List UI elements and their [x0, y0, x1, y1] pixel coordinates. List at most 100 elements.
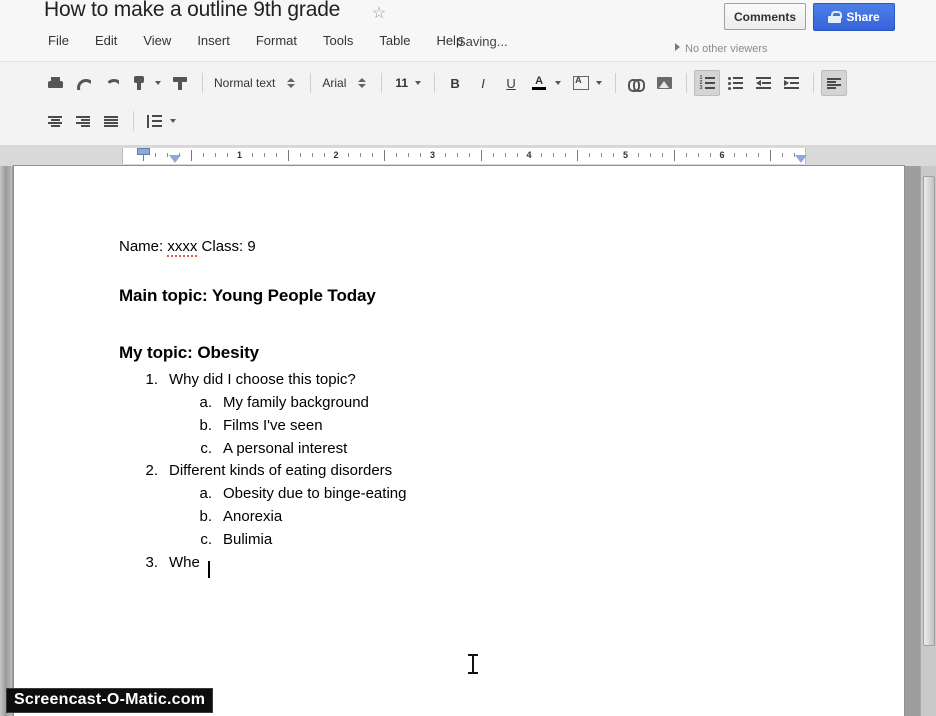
highlight-color-caret-icon[interactable]: [596, 81, 603, 85]
right-indent-marker[interactable]: [795, 155, 807, 163]
ruler-tick: [709, 153, 711, 157]
menu-item-view[interactable]: View: [141, 32, 173, 49]
menu-item-tools[interactable]: Tools: [321, 32, 355, 49]
share-button[interactable]: Share: [813, 3, 895, 31]
underline-button[interactable]: U: [498, 70, 524, 96]
ruler-tick: [661, 153, 663, 157]
menu-item-file[interactable]: File: [46, 32, 71, 49]
underline-icon: U: [506, 75, 516, 91]
lock-icon: [828, 11, 843, 23]
numbered-list-button[interactable]: 123: [694, 70, 721, 96]
align-center-icon: [48, 115, 62, 127]
document-page[interactable]: Name: xxxx Class: 9 Main topic: Young Pe…: [14, 166, 904, 716]
link-icon: [627, 78, 645, 92]
left-indent-marker[interactable]: [169, 155, 181, 163]
ruler-tick: [577, 150, 579, 161]
ruler-tick: [697, 153, 699, 157]
document-body[interactable]: Name: xxxx Class: 9 Main topic: Young Pe…: [14, 166, 904, 716]
redo-button[interactable]: [98, 70, 124, 96]
align-justify-button[interactable]: [98, 108, 124, 134]
numbered-list-icon: 123: [700, 76, 715, 91]
list-item-text: A personal interest: [223, 440, 348, 457]
font-size-caret-icon[interactable]: [415, 81, 422, 85]
ruler-tick: [191, 150, 193, 161]
ruler-tick: [299, 153, 301, 157]
ruler-tick: [565, 153, 567, 157]
insert-link-button[interactable]: [623, 70, 649, 96]
star-icon[interactable]: ☆: [370, 5, 388, 23]
ruler-tick: [589, 153, 591, 157]
ruler-tick: [263, 153, 265, 157]
ruler-tick: [384, 150, 386, 161]
list-marker: c.: [200, 440, 212, 457]
line-spacing-button[interactable]: [141, 108, 167, 134]
text-color-icon: A: [532, 76, 547, 90]
viewers-indicator[interactable]: No other viewers: [675, 43, 768, 55]
horizontal-ruler[interactable]: 1 2 3 4 5 6: [122, 148, 807, 164]
toolbar-divider: [381, 73, 383, 93]
increase-indent-button[interactable]: [778, 70, 804, 96]
ruler-tick: [372, 153, 374, 157]
ruler-tick: [227, 153, 229, 157]
ruler-tick: [613, 153, 615, 157]
text-style-select[interactable]: Normal text: [210, 76, 279, 90]
scrollbar-thumb[interactable]: [923, 176, 935, 646]
menu-item-insert[interactable]: Insert: [195, 32, 232, 49]
list-item-text: Bulimia: [223, 531, 273, 548]
paint-format-button[interactable]: [126, 70, 152, 96]
toolbar-divider: [310, 73, 312, 93]
page-title[interactable]: How to make a outline 9th grade: [44, 0, 340, 22]
align-right-button[interactable]: [70, 108, 96, 134]
misspelled-word: xxxx: [167, 238, 198, 257]
line-spacing-caret-icon[interactable]: [170, 119, 176, 123]
align-left-button[interactable]: [821, 70, 848, 96]
highlight-color-button[interactable]: [567, 70, 593, 96]
text-color-button[interactable]: A: [526, 70, 552, 96]
decrease-indent-button[interactable]: [750, 70, 776, 96]
font-family-select[interactable]: Arial: [318, 76, 350, 90]
ruler-tick: [323, 153, 325, 157]
print-icon: [47, 76, 63, 90]
saving-status: Saving...: [457, 34, 508, 49]
italic-button[interactable]: I: [470, 70, 496, 96]
menu-item-format[interactable]: Format: [254, 32, 299, 49]
list-item-text: Obesity due to binge-eating: [223, 485, 407, 502]
vertical-scrollbar[interactable]: [920, 166, 936, 716]
print-button[interactable]: [42, 70, 68, 96]
menu-item-edit[interactable]: Edit: [93, 32, 119, 49]
redo-icon: [103, 77, 119, 90]
bold-button[interactable]: B: [442, 70, 468, 96]
align-center-button[interactable]: [42, 108, 68, 134]
undo-icon: [75, 77, 91, 90]
list-marker: b.: [199, 508, 212, 525]
ruler-tick: [492, 153, 494, 157]
toolbar-divider: [686, 73, 688, 93]
ruler-number: 4: [526, 150, 532, 160]
canvas-left-edge: [0, 166, 12, 716]
ruler-tick: [287, 150, 289, 161]
list-item-text: Whe: [169, 554, 200, 571]
ruler-tick: [275, 153, 277, 157]
list-marker: 3.: [145, 554, 158, 571]
paint-brush-button[interactable]: [167, 70, 193, 96]
text-style-stepper-icon[interactable]: [287, 78, 296, 88]
toolbar-divider: [202, 73, 203, 93]
undo-button[interactable]: [70, 70, 96, 96]
text-color-caret-icon[interactable]: [555, 81, 562, 85]
comments-button[interactable]: Comments: [724, 3, 806, 30]
first-line-indent-marker[interactable]: [137, 148, 150, 155]
bulleted-list-button[interactable]: [722, 70, 748, 96]
ruler-tick: [541, 153, 543, 157]
heading-main-topic: Main topic: Young People Today: [119, 286, 376, 305]
menu-item-table[interactable]: Table: [377, 32, 412, 49]
align-left-icon: [827, 77, 842, 89]
font-size-select[interactable]: 11: [389, 76, 414, 90]
ruler-tick: [420, 153, 422, 157]
ruler-tick: [649, 153, 651, 157]
ruler-tick: [673, 150, 675, 161]
align-right-icon: [76, 115, 90, 127]
insert-image-button[interactable]: [651, 70, 677, 96]
font-family-stepper-icon[interactable]: [358, 78, 367, 88]
paint-format-caret-icon[interactable]: [155, 81, 161, 85]
ruler-tick: [251, 153, 253, 157]
